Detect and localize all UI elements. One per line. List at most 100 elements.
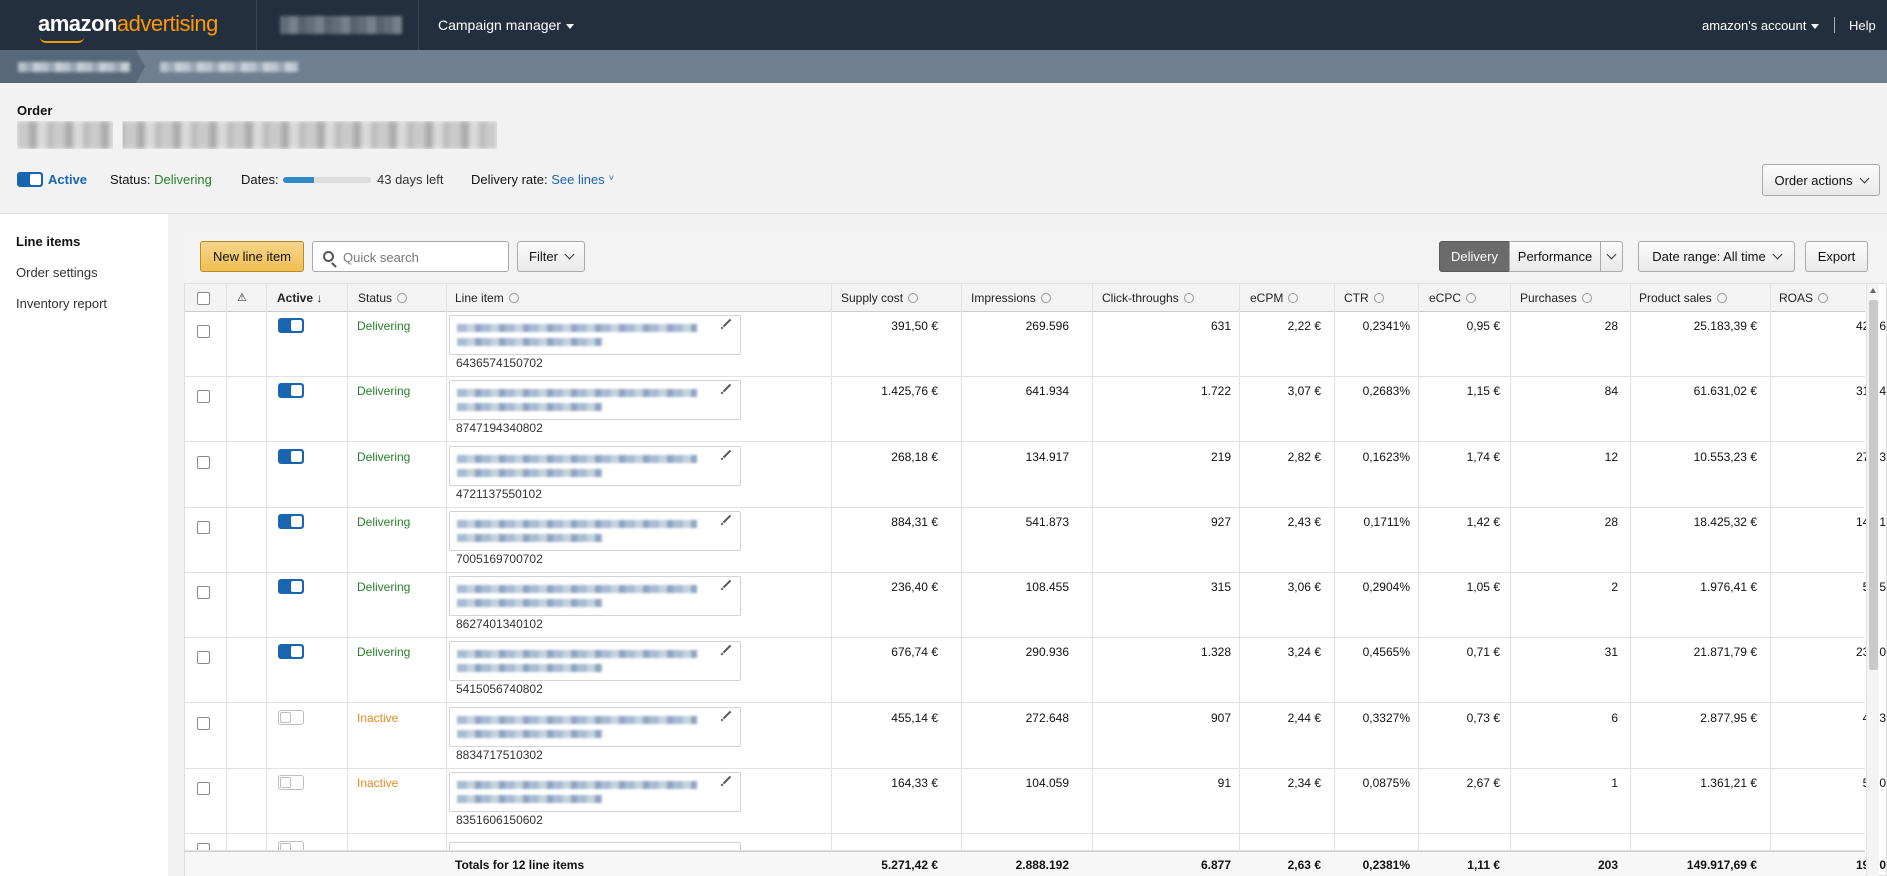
line-item-name-box[interactable]: [449, 315, 741, 355]
cell-supply-cost: 268,18 €: [891, 450, 938, 464]
help-link[interactable]: Help: [1849, 18, 1876, 33]
nav-inventory-report[interactable]: Inventory report: [16, 296, 107, 311]
performance-view-button[interactable]: Performance: [1509, 241, 1601, 272]
row-checkbox[interactable]: [197, 717, 210, 730]
toggle-knob: [280, 712, 291, 723]
info-icon: [508, 292, 519, 303]
table-row[interactable]: Inactive 8834717510302 455,14 € 272.648 907 2…: [185, 704, 1886, 769]
edit-pencil-icon[interactable]: [722, 449, 732, 459]
cell-ecpc: 2,67 €: [1466, 776, 1500, 790]
line-item-name-box[interactable]: [449, 380, 741, 420]
col-roas[interactable]: ROAS: [1779, 284, 1829, 312]
cell-sales: 21.871,79 €: [1693, 645, 1757, 659]
order-actions-button[interactable]: Order actions: [1762, 164, 1880, 196]
table-row[interactable]: Delivering 5415056740802 676,74 € 290.936 1.…: [185, 638, 1886, 703]
cell-clicks: 631: [1210, 319, 1231, 333]
table-row[interactable]: Delivering 7005169700702 884,31 € 541.873 92…: [185, 508, 1886, 573]
line-item-id: 7005169700702: [456, 552, 543, 566]
col-click-throughs[interactable]: Click-throughs: [1102, 284, 1194, 312]
amazon-advertising-logo[interactable]: amazonadvertising: [38, 11, 218, 43]
cell-sales: 18.425,32 €: [1693, 515, 1757, 529]
col-active[interactable]: Active ↓: [277, 284, 322, 312]
redacted-line-item-name: [457, 599, 602, 607]
col-line-item[interactable]: Line item: [455, 284, 519, 312]
table-row[interactable]: Delivering 4721137550102 268,18 € 134.917 21…: [185, 443, 1886, 508]
col-impressions[interactable]: Impressions: [971, 284, 1051, 312]
col-product-sales[interactable]: Product sales: [1639, 284, 1727, 312]
line-item-name-box[interactable]: [449, 511, 741, 551]
scroll-up-icon[interactable]: [1870, 288, 1876, 293]
table-row[interactable]: Delivering 6436574150702 391,50 € 269.596 63…: [185, 312, 1886, 377]
edit-pencil-icon[interactable]: [722, 710, 732, 720]
breadcrumb-item-advertiser[interactable]: [0, 50, 145, 83]
row-active-toggle[interactable]: [278, 449, 304, 464]
redacted-account-name[interactable]: [280, 16, 402, 34]
row-checkbox[interactable]: [197, 586, 210, 599]
edit-pencil-icon[interactable]: [722, 318, 732, 328]
col-ecpm[interactable]: eCPM: [1250, 284, 1299, 312]
nav-order-settings[interactable]: Order settings: [16, 265, 98, 280]
col-ctr[interactable]: CTR: [1344, 284, 1384, 312]
nav-line-items[interactable]: Line items: [16, 234, 80, 249]
line-item-name-box[interactable]: [449, 641, 741, 681]
breadcrumb-item-campaign[interactable]: [160, 62, 298, 72]
row-active-toggle[interactable]: [278, 579, 304, 594]
edit-pencil-icon[interactable]: [722, 579, 732, 589]
quick-search[interactable]: [312, 241, 509, 272]
edit-pencil-icon[interactable]: [722, 644, 732, 654]
line-item-name-box[interactable]: [449, 842, 741, 850]
edit-pencil-icon[interactable]: [722, 383, 732, 393]
export-button[interactable]: Export: [1805, 241, 1868, 272]
table-scrollbar[interactable]: [1866, 284, 1879, 876]
row-checkbox[interactable]: [197, 325, 210, 338]
col-ecpc[interactable]: eCPC: [1429, 284, 1477, 312]
info-icon: [1818, 292, 1829, 303]
row-checkbox[interactable]: [197, 521, 210, 534]
edit-pencil-icon[interactable]: [722, 514, 732, 524]
line-item-name-box[interactable]: [449, 707, 741, 747]
row-active-toggle[interactable]: [278, 383, 304, 398]
quick-search-input[interactable]: [343, 248, 503, 266]
row-active-toggle[interactable]: [278, 710, 304, 725]
date-range-dropdown[interactable]: Date range: All time: [1638, 241, 1795, 272]
cell-purchases: 12: [1604, 450, 1618, 464]
new-line-item-button[interactable]: New line item: [200, 241, 304, 272]
table-row[interactable]: Inactive 8351606150602 164,33 € 104.059 91 2,…: [185, 769, 1886, 834]
info-icon: [1183, 292, 1194, 303]
select-all-checkbox[interactable]: [197, 292, 210, 305]
scroll-thumb[interactable]: [1869, 300, 1878, 670]
row-checkbox[interactable]: [197, 456, 210, 469]
line-item-name-box[interactable]: [449, 576, 741, 616]
order-active-toggle[interactable]: [17, 172, 43, 187]
redacted-line-item-name: [457, 324, 697, 332]
edit-pencil-icon[interactable]: [722, 775, 732, 785]
col-purchases[interactable]: Purchases: [1520, 284, 1592, 312]
row-checkbox[interactable]: [197, 651, 210, 664]
row-active-toggle[interactable]: [278, 775, 304, 790]
line-item-name-box[interactable]: [449, 772, 741, 812]
row-checkbox[interactable]: [197, 782, 210, 795]
col-impressions-label: Impressions: [971, 291, 1036, 305]
table-row[interactable]: Delivering 8747194340802 1.425,76 € 641.934…: [185, 377, 1886, 442]
row-active-toggle[interactable]: [278, 841, 304, 850]
campaign-manager-menu[interactable]: Campaign manager: [438, 17, 574, 33]
delivery-view-button[interactable]: Delivery: [1439, 241, 1510, 272]
row-active-toggle[interactable]: [278, 644, 304, 659]
cell-ecpm: 2,82 €: [1287, 450, 1321, 464]
row-checkbox[interactable]: [197, 390, 210, 403]
table-row[interactable]: Delivering 8627401340102 236,40 € 108.455 31…: [185, 573, 1886, 638]
row-active-toggle[interactable]: [278, 514, 304, 529]
row-checkbox[interactable]: [197, 843, 210, 850]
line-item-id: 6436574150702: [456, 356, 543, 370]
row-active-toggle[interactable]: [278, 318, 304, 333]
col-supply-cost[interactable]: Supply cost: [841, 284, 919, 312]
col-status[interactable]: Status: [358, 284, 408, 312]
cell-ctr: 0,2341%: [1362, 319, 1410, 333]
view-dropdown-button[interactable]: [1600, 241, 1623, 272]
filter-button[interactable]: Filter: [517, 241, 585, 272]
account-menu[interactable]: amazon's account: [1702, 18, 1820, 33]
line-item-name-box[interactable]: [449, 446, 741, 486]
table-row-partial[interactable]: [185, 837, 1865, 851]
see-lines-link[interactable]: See lines ˅: [551, 172, 614, 187]
cell-ecpc: 0,71 €: [1466, 645, 1500, 659]
